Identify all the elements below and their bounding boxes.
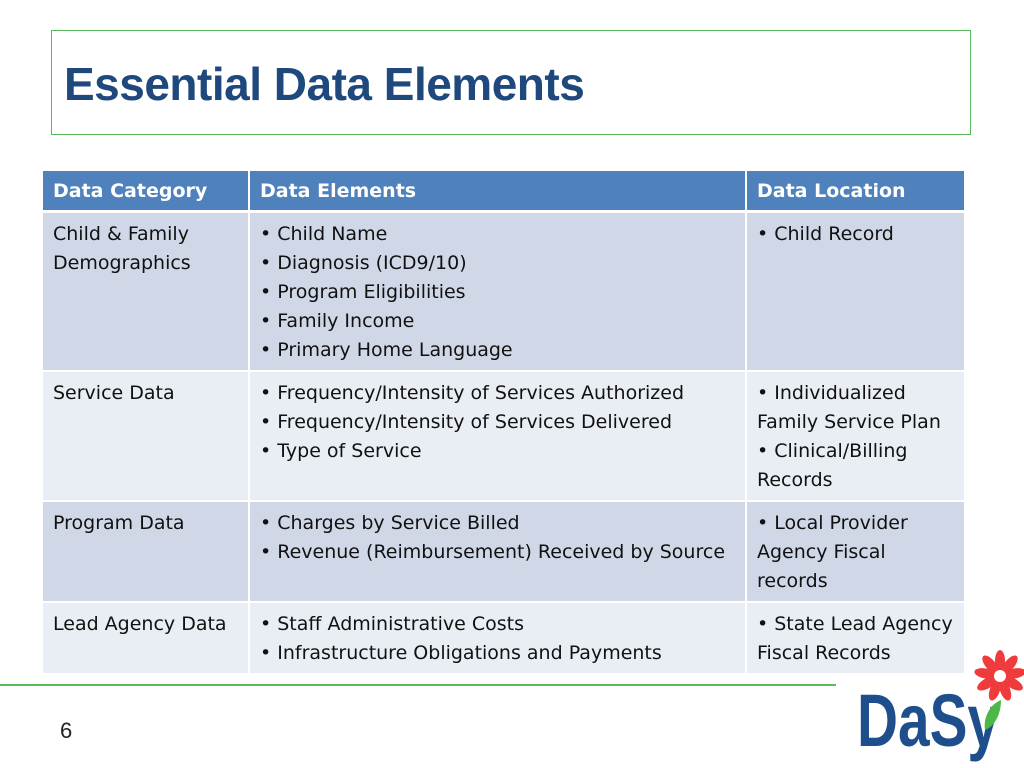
location-cell: Local Provider Agency Fiscal records	[746, 501, 964, 603]
table-row: Child & Family Demographics Child Name D…	[43, 211, 964, 372]
logo-text: DaSy	[857, 679, 999, 762]
element-item: Child Name	[260, 220, 735, 249]
location-item: Child Record	[757, 220, 954, 249]
table-row: Program Data Charges by Service Billed R…	[43, 501, 964, 603]
location-item: Clinical/Billing Records	[757, 437, 954, 495]
header-data-elements: Data Elements	[249, 171, 747, 213]
location-item: Local Provider Agency Fiscal records	[757, 509, 954, 596]
element-item: Revenue (Reimbursement) Received by Sour…	[260, 538, 735, 567]
header-data-location: Data Location	[746, 171, 964, 213]
slide-title: Essential Data Elements	[64, 58, 585, 110]
element-item: Diagnosis (ICD9/10)	[260, 249, 735, 278]
footer-divider	[0, 684, 836, 686]
header-data-category: Data Category	[43, 171, 250, 213]
elements-cell: Charges by Service Billed Revenue (Reimb…	[249, 501, 747, 603]
element-item: Frequency/Intensity of Services Delivere…	[260, 408, 735, 437]
table-row: Service Data Frequency/Intensity of Serv…	[43, 371, 964, 502]
dasy-logo: DaSy	[857, 650, 1024, 762]
page-number: 6	[60, 718, 73, 743]
table-row: Lead Agency Data Staff Administrative Co…	[43, 602, 964, 675]
location-cell: Individualized Family Service Plan Clini…	[746, 371, 964, 502]
location-cell: Child Record	[746, 211, 964, 372]
element-item: Staff Administrative Costs	[260, 610, 735, 639]
location-item: Individualized Family Service Plan	[757, 379, 954, 437]
elements-cell: Staff Administrative Costs Infrastructur…	[249, 602, 747, 675]
element-item: Charges by Service Billed	[260, 509, 735, 538]
element-item: Family Income	[260, 307, 735, 336]
category-cell: Child & Family Demographics	[43, 211, 250, 372]
table-header-row: Data Category Data Elements Data Locatio…	[43, 171, 964, 213]
category-cell: Program Data	[43, 501, 250, 603]
element-item: Primary Home Language	[260, 336, 735, 365]
element-item: Infrastructure Obligations and Payments	[260, 639, 735, 668]
element-item: Frequency/Intensity of Services Authoriz…	[260, 379, 735, 408]
category-cell: Lead Agency Data	[43, 602, 250, 675]
element-item: Type of Service	[260, 437, 735, 466]
title-box: Essential Data Elements	[51, 30, 971, 135]
element-item: Program Eligibilities	[260, 278, 735, 307]
category-cell: Service Data	[43, 371, 250, 502]
data-elements-table: Data Category Data Elements Data Locatio…	[43, 171, 964, 675]
elements-cell: Frequency/Intensity of Services Authoriz…	[249, 371, 747, 502]
elements-cell: Child Name Diagnosis (ICD9/10) Program E…	[249, 211, 747, 372]
